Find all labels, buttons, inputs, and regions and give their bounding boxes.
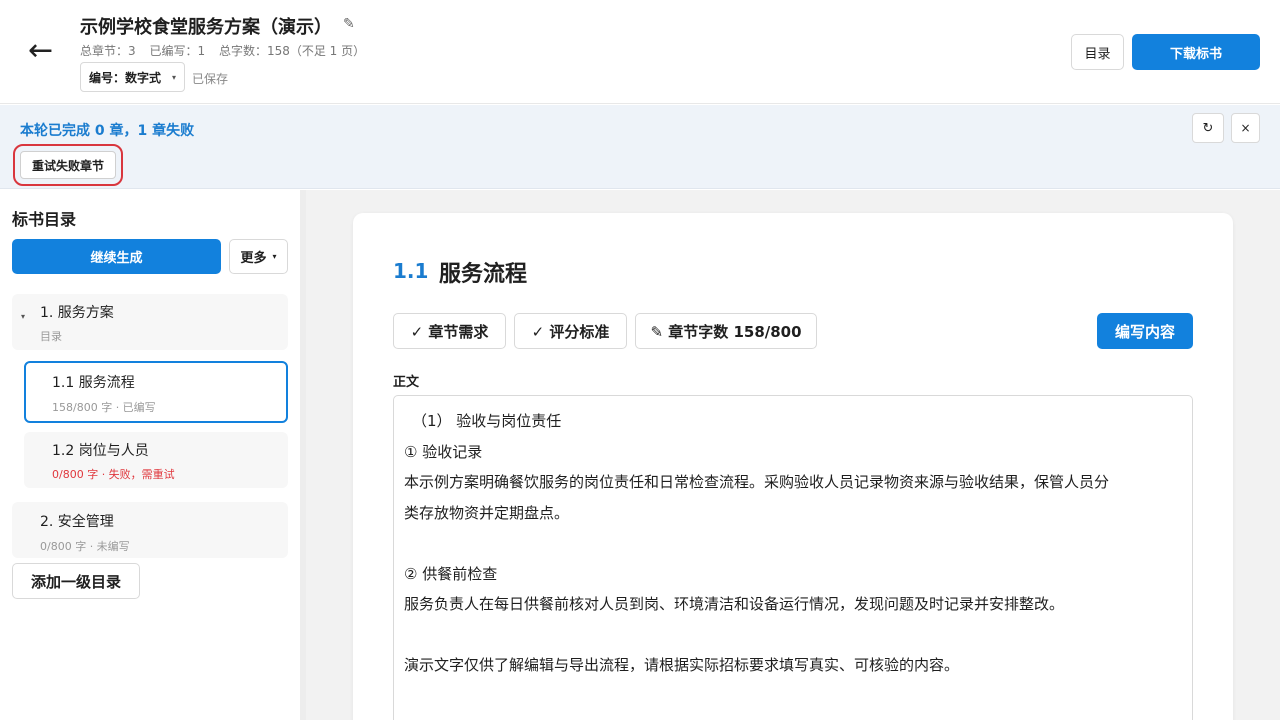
editor-paragraph: ① 验收记录: [404, 442, 483, 461]
download-button[interactable]: 下载标书: [1132, 34, 1260, 70]
chapter-requirements-button[interactable]: ✓ 章节需求: [393, 313, 506, 349]
continue-generate-button[interactable]: 继续生成: [12, 239, 221, 274]
body-text-editor[interactable]: （1） 验收与岗位责任 ① 验收记录 本示例方案明确餐饮服务的岗位责任和日常检查…: [393, 395, 1193, 720]
editor-paragraph: 服务负责人在每日供餐前核对人员到岗、环境清洁和设备运行情况，发现问题及时记录并安…: [404, 595, 1065, 613]
chevron-down-icon[interactable]: ▾: [21, 312, 25, 321]
chevron-down-icon: ▾: [171, 72, 176, 82]
banner-message: 本轮已完成 0 章，1 章失败: [20, 123, 195, 139]
section-number: 1.1: [393, 259, 429, 283]
editor-blank-line: [404, 620, 1182, 651]
pencil-icon[interactable]: ✎: [343, 16, 355, 32]
back-arrow-icon[interactable]: ←: [28, 36, 62, 70]
editor-paragraph: 本示例方案明确餐饮服务的岗位责任和日常检查流程。采购验收人员记录物资来源与验收结…: [404, 473, 1110, 491]
editor-blank-line: [404, 528, 1182, 559]
toc-item-title: 1.2 岗位与人员: [52, 443, 149, 459]
write-content-button[interactable]: 编写内容: [1097, 313, 1193, 349]
stat-total-chapters: 总章节：3: [80, 44, 136, 58]
numbering-style-label: 编号：数字式: [89, 70, 162, 85]
editor-paragraph: 演示文字仅供了解编辑与导出流程，请根据实际招标要求填写真实、可核验的内容。: [404, 656, 960, 674]
toc-item-subtitle: 158/800 字 · 已编写: [52, 401, 156, 414]
toc-item-service-process[interactable]: 1.1 服务流程 158/800 字 · 已编写: [24, 361, 288, 423]
toc-button[interactable]: 目录: [1071, 34, 1124, 70]
stat-written-chapters: 已编写：1: [149, 44, 206, 58]
toc-item-title: 2. 安全管理: [40, 514, 114, 530]
saved-status: 已保存: [192, 72, 229, 86]
more-button[interactable]: 更多 ▾: [229, 239, 288, 274]
top-header: ← 示例学校食堂服务方案（演示） ✎ 总章节：3 已编写：1 总字数：158（不…: [0, 0, 1280, 104]
toc-item-subtitle: 目录: [40, 330, 62, 343]
toc-item-subtitle: 0/800 字 · 未编写: [40, 540, 130, 553]
numbering-style-select[interactable]: 编号：数字式 ▾: [80, 62, 185, 92]
document-stats: 总章节：3 已编写：1 总字数：158（不足 1 页）: [80, 42, 375, 59]
close-icon[interactable]: ×: [1231, 113, 1260, 143]
generation-status-banner: 本轮已完成 0 章，1 章失败 重试失败章节: [0, 105, 1280, 189]
chevron-down-icon: ▾: [272, 252, 277, 261]
toc-item-error-status: 0/800 字 · 失败，需重试: [52, 468, 175, 481]
toc-item-positions-staff[interactable]: 1.2 岗位与人员 0/800 字 · 失败，需重试: [24, 432, 288, 488]
toc-item-safety-management[interactable]: 2. 安全管理 0/800 字 · 未编写: [12, 502, 288, 558]
document-title: 示例学校食堂服务方案（演示）: [80, 17, 332, 38]
editor-paragraph: （1） 验收与岗位责任: [412, 412, 562, 430]
stat-total-words: 总字数：158（不足 1 页）: [218, 44, 366, 58]
scoring-criteria-button[interactable]: ✓ 评分标准: [514, 313, 627, 349]
editor-paragraph: 类存放物资并定期盘点。: [404, 503, 570, 522]
add-top-level-button[interactable]: 添加一级目录: [12, 563, 140, 599]
toc-item-title: 1. 服务方案: [40, 305, 114, 321]
section-title: 服务流程: [439, 262, 528, 287]
section-editor-card: 1.1 服务流程 ✓ 章节需求 ✓ 评分标准 ✎ 章节字数 158/800 编写…: [353, 213, 1233, 720]
more-button-label: 更多: [240, 251, 267, 266]
sidebar-title: 标书目录: [12, 210, 77, 229]
sidebar: 标书目录 继续生成 更多 ▾ ▾ 1. 服务方案 目录 1.1 服务流程 158…: [0, 190, 300, 720]
body-label: 正文: [393, 375, 420, 390]
toc-item-service-plan[interactable]: ▾ 1. 服务方案 目录: [12, 294, 288, 350]
refresh-icon[interactable]: ↻: [1192, 113, 1224, 143]
editor-paragraph: ② 供餐前检查: [404, 564, 498, 583]
chapter-wordcount-button[interactable]: ✎ 章节字数 158/800: [635, 313, 817, 349]
retry-failed-button[interactable]: 重试失败章节: [20, 151, 116, 179]
toc-item-title: 1.1 服务流程: [52, 375, 135, 391]
